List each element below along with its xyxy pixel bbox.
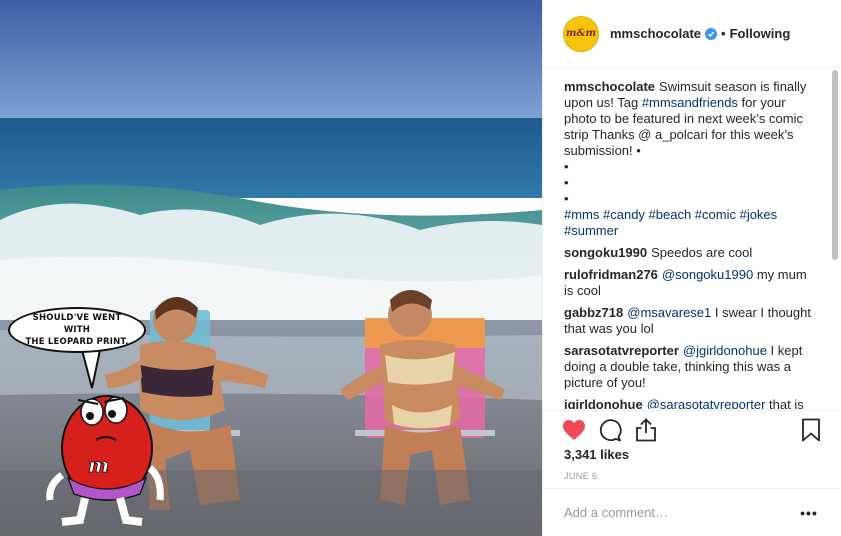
comment-item: rulofridman276 @songoku1990 my mum is coo…: [564, 267, 812, 299]
add-comment-bar: •••: [543, 488, 841, 536]
beach-photo-illustration: m: [0, 0, 542, 536]
comment-icon[interactable]: [597, 417, 623, 443]
caption-username[interactable]: mmschocolate: [564, 79, 655, 94]
share-icon[interactable]: [633, 417, 659, 443]
caption: mmschocolate Swimsuit season is finally u…: [564, 79, 812, 239]
following-button[interactable]: Following: [730, 26, 791, 41]
comment-mention[interactable]: @songoku1990: [662, 267, 753, 282]
caption-tags[interactable]: #mms #candy #beach #comic #jokes #summer: [564, 207, 812, 239]
comment-username[interactable]: rulofridman276: [564, 267, 658, 282]
avatar-logo-text: m&m: [565, 28, 597, 39]
comment-mention[interactable]: @sarasotatvreporter: [647, 397, 766, 409]
post-header: m&m mmschocolate • Following: [543, 0, 841, 68]
comment-item: sarasotatvreporter @jgirldonohue I kept d…: [564, 343, 812, 391]
bookmark-icon[interactable]: [798, 417, 824, 443]
comment-text: Speedos are cool: [651, 245, 753, 260]
caption-hashtag[interactable]: #mmsandfriends: [642, 95, 738, 110]
comments-scrollbar[interactable]: [832, 70, 838, 410]
post-photo[interactable]: m SHOULD'VE WENT WITH THE LEOPARD PRINT.: [0, 0, 542, 536]
header-username[interactable]: mmschocolate: [610, 26, 701, 41]
comment-username[interactable]: sarasotatvreporter: [564, 343, 679, 358]
speech-bubble-text: SHOULD'VE WENT WITH THE LEOPARD PRINT.: [25, 313, 129, 347]
comment-item: songoku1990 Speedos are cool: [564, 245, 812, 261]
post-date[interactable]: JUNE 6: [564, 471, 597, 481]
comment-username[interactable]: jgirldonohue: [564, 397, 643, 409]
comment-mention[interactable]: @msavarese1: [627, 305, 711, 320]
likes-count[interactable]: 3,341 likes: [564, 447, 629, 462]
post-sidebar: m&m mmschocolate • Following mmschocolat…: [542, 0, 841, 536]
verified-badge-icon: [705, 27, 718, 40]
comments-list[interactable]: mmschocolate Swimsuit season is finally u…: [543, 69, 841, 409]
heart-icon[interactable]: [561, 417, 587, 443]
comment-item: jgirldonohue @sarasotatvreporter that is: [564, 397, 812, 409]
avatar[interactable]: m&m: [563, 15, 599, 52]
add-comment-input[interactable]: [564, 505, 797, 520]
comment-mention[interactable]: @jgirldonohue: [683, 343, 767, 358]
comment-text: that is: [765, 397, 804, 409]
comment-username[interactable]: gabbz718: [564, 305, 623, 320]
caption-bullets: • • •: [564, 159, 569, 206]
comment-username[interactable]: songoku1990: [564, 245, 647, 260]
scrollbar-thumb[interactable]: [832, 70, 838, 260]
action-bar: [543, 410, 841, 448]
header-separator: •: [721, 26, 726, 41]
comment-item: gabbz718 @msavarese1 I swear I thought th…: [564, 305, 812, 337]
svg-text:m: m: [88, 453, 109, 477]
instagram-post: m SHOULD'VE WENT WITH THE LEOPARD PRINT.…: [0, 0, 841, 536]
speech-bubble: SHOULD'VE WENT WITH THE LEOPARD PRINT.: [8, 307, 146, 353]
more-options-icon[interactable]: •••: [797, 505, 821, 521]
